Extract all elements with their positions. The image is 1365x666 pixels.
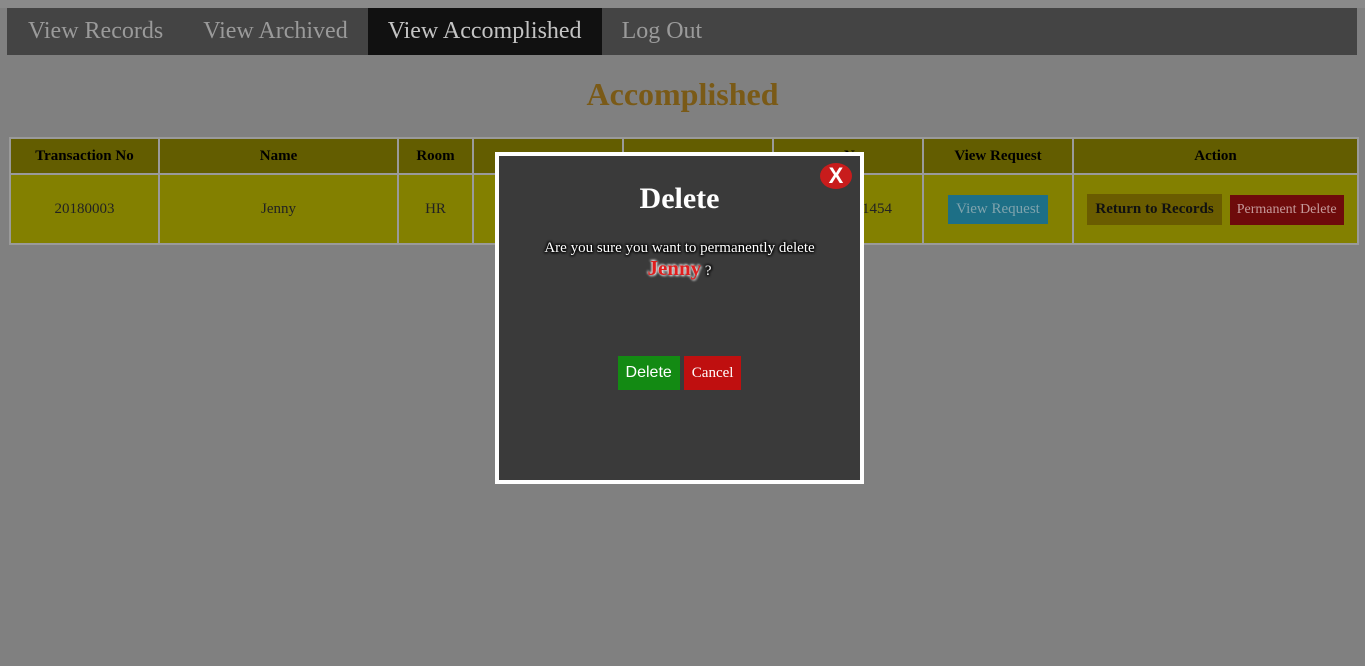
nav-view-archived[interactable]: View Archived: [183, 8, 368, 55]
top-strip: [0, 0, 1365, 8]
nav-log-out[interactable]: Log Out: [602, 8, 723, 55]
top-nav: View Records View Archived View Accompli…: [7, 8, 1357, 55]
cell-action: Return to Records Permanent Delete: [1072, 173, 1359, 245]
header-name: Name: [158, 137, 399, 175]
confirm-delete-button[interactable]: Delete: [617, 356, 680, 390]
header-room: Room: [397, 137, 474, 175]
cell-room: HR: [397, 173, 474, 245]
return-to-records-button[interactable]: Return to Records: [1087, 193, 1222, 225]
cell-view-request: View Request: [922, 173, 1074, 245]
modal-message-text: Are you sure you want to permanently del…: [544, 240, 815, 256]
permanent-delete-button[interactable]: Permanent Delete: [1229, 194, 1344, 225]
cell-transaction-no: 20180003: [9, 173, 160, 245]
cancel-button[interactable]: Cancel: [683, 356, 742, 390]
modal-message: Are you sure you want to permanently del…: [499, 238, 860, 281]
modal-actions: Delete Cancel: [499, 356, 860, 390]
page-title: Accomplished: [586, 76, 779, 112]
modal-question-mark: ?: [704, 263, 712, 279]
header-transaction-no: Transaction No: [9, 137, 160, 175]
modal-title: Delete: [639, 182, 720, 215]
delete-modal: X Delete Are you sure you want to perman…: [495, 152, 864, 484]
cell-name: Jenny: [158, 173, 399, 245]
modal-target-name: Jenny: [647, 256, 702, 280]
nav-view-records[interactable]: View Records: [7, 8, 183, 55]
header-view-request: View Request: [922, 137, 1074, 175]
header-action: Action: [1072, 137, 1359, 175]
nav-view-accomplished[interactable]: View Accomplished: [367, 8, 602, 55]
view-request-button[interactable]: View Request: [948, 194, 1048, 224]
